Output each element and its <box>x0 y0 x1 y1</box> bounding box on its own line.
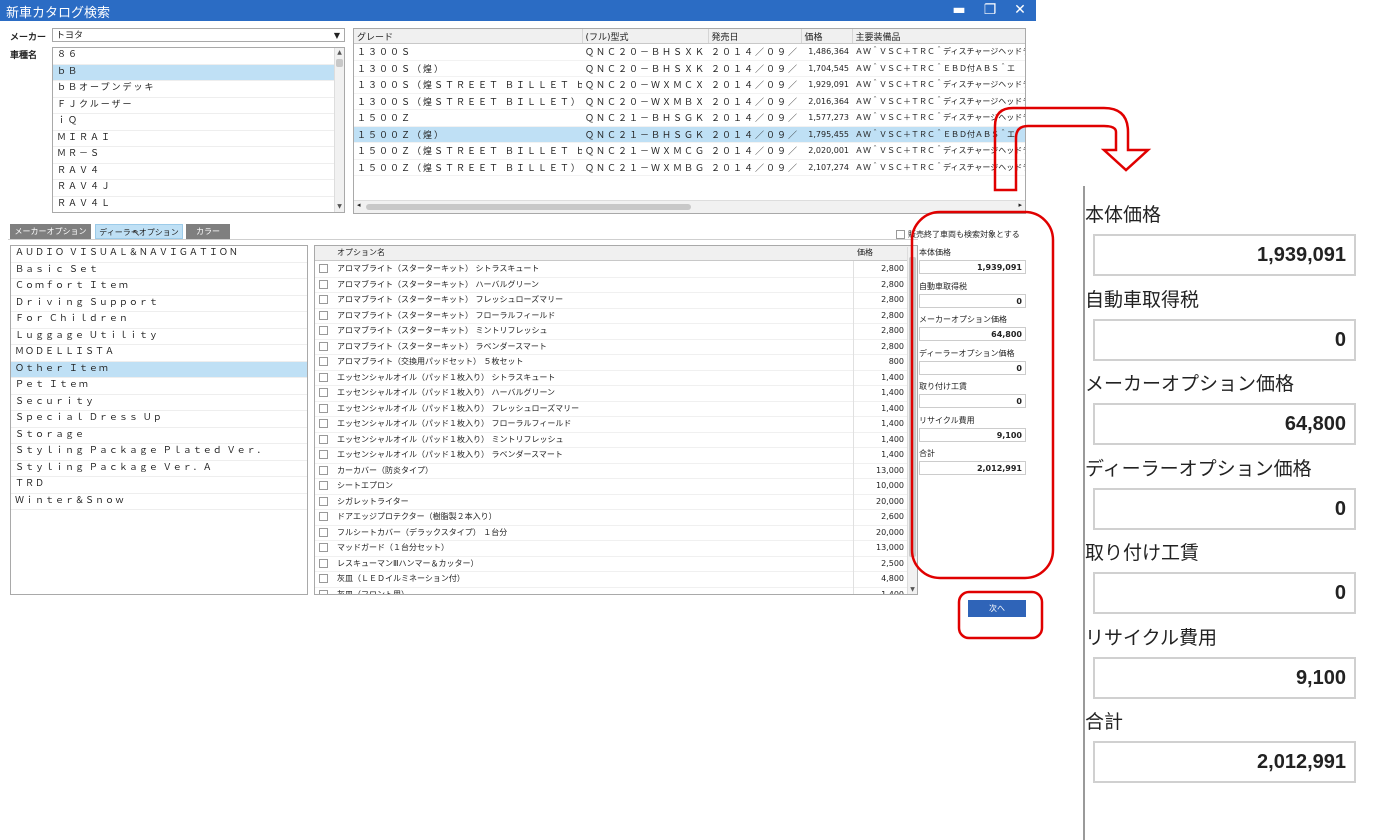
zoomed-price-label: メーカーオプション価格 <box>1085 373 1295 395</box>
next-highlight-frame <box>957 590 1044 640</box>
zoomed-price-label: ディーラーオプション価格 <box>1085 457 1312 480</box>
zoomed-price-value: 64,800 <box>1093 403 1356 445</box>
zoomed-price-label: リサイクル費用 <box>1085 626 1218 649</box>
zoomed-price-label: 自動車取得税 <box>1085 288 1200 311</box>
zoomed-price-value: 1,939,091 <box>1093 234 1356 276</box>
zoomed-price-value: 0 <box>1093 487 1356 530</box>
zoomed-price-label: 取り付け工賃 <box>1085 542 1200 564</box>
zoomed-price-value: 9,100 <box>1093 656 1356 699</box>
zoomed-price-value: 2,012,991 <box>1093 741 1356 783</box>
zoomed-price-value: 0 <box>1093 572 1356 614</box>
arrow-icon <box>993 106 1152 192</box>
price-highlight-frame <box>910 210 1055 580</box>
zoomed-price-label: 本体価格 <box>1085 204 1162 226</box>
zoomed-price-value: 0 <box>1093 318 1356 361</box>
zoomed-price-label: 合計 <box>1085 711 1124 733</box>
